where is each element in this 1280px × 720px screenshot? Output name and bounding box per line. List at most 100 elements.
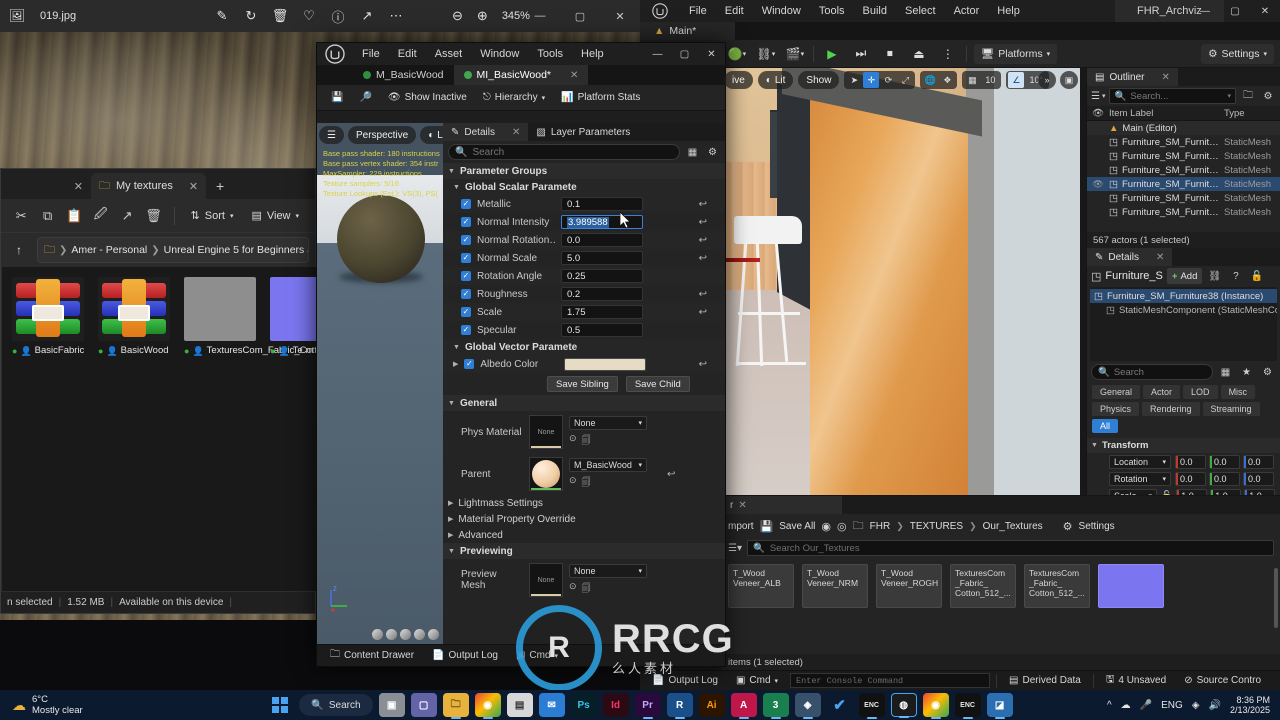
- columns-icon[interactable]: ▦: [1217, 364, 1234, 380]
- content-browser-item[interactable]: TexturesCom _Fabric_ Cotton_512_...: [1024, 564, 1090, 608]
- param-checkbox[interactable]: ✓: [461, 217, 471, 227]
- menu-tools[interactable]: Tools: [528, 43, 572, 65]
- scalar-parameter-row[interactable]: ✓ Scale 1.75 ↩: [443, 303, 725, 321]
- section-material-property-override[interactable]: ▶ Material Property Override: [443, 511, 725, 527]
- outliner-search-input[interactable]: 🔍 Search... ▾: [1109, 88, 1236, 104]
- windows-taskbar[interactable]: ☁ 6°C Mostly clear 🔍 Search ▣ ▢ 🗀 ◉ ▤ ✉ P…: [0, 690, 1280, 720]
- material-preview-viewport[interactable]: ☰ Perspective ◐Lit Base pass shader: 180…: [317, 123, 443, 644]
- outliner-search-row[interactable]: ☰ ▾ 🔍 Search... ▾ 🗀 ⚙: [1087, 86, 1280, 106]
- explorer-toolbar[interactable]: ✂ ⧉ 📋 🖉 ↗ 🗑 ⇅ Sort ▾ ▤ View ▾: [1, 199, 315, 233]
- content-browser-search-row[interactable]: ☰▾ 🔍 Search Our_Textures: [722, 538, 1280, 558]
- scalar-parameter-row[interactable]: ✓ Specular 0.5: [443, 321, 725, 339]
- browse-to-asset-icon[interactable]: ⊙: [569, 475, 577, 491]
- explorer-tabs[interactable]: ✕ 🗀 My textures ✕ +: [1, 169, 315, 199]
- tab-main-level[interactable]: ▲ Main*: [640, 22, 735, 40]
- explorer-tab-other[interactable]: ✕: [5, 173, 91, 199]
- tab-details[interactable]: ✎ Details ✕: [1087, 248, 1173, 266]
- outliner-row[interactable]: ◳ Furniture_SM_Furnit… StaticMesh: [1087, 191, 1280, 205]
- material-details-tabrow[interactable]: ✎ Details ✕ ▧ Layer Parameters: [443, 123, 725, 141]
- delete-icon[interactable]: 🗑: [141, 203, 165, 229]
- component-row-staticmesh[interactable]: ◳ StaticMeshComponent (StaticMeshCo…: [1090, 303, 1277, 317]
- breadcrumb-item-1[interactable]: Unreal Engine 5 for Beginners and ArchVi…: [164, 244, 308, 256]
- reset-icon[interactable]: ↩: [699, 199, 707, 210]
- breadcrumb[interactable]: 🗀 ❯ Amer - Personal ❯ Unreal Engine 5 fo…: [37, 237, 309, 263]
- content-browser-toolbar[interactable]: mport 💾 Save All ◉ ◎ 🗀 FHR ❯ TEXTURES ❯ …: [722, 514, 1280, 538]
- copy-icon[interactable]: ⧉: [35, 203, 59, 229]
- unreal-icon[interactable]: ◍: [890, 693, 917, 718]
- param-checkbox[interactable]: ✓: [461, 253, 471, 263]
- preview-perspective-pill[interactable]: Perspective: [347, 126, 417, 144]
- cut-icon[interactable]: ✂: [9, 203, 33, 229]
- preview-sphere-icon[interactable]: [386, 629, 397, 640]
- material-editor-titlebar[interactable]: File Edit Asset Window Tools Help — ▢ ✕: [317, 43, 725, 65]
- details-search-row[interactable]: 🔍 Search ▦ ★ ⚙: [1087, 362, 1280, 382]
- file-item-fabric-albedo[interactable]: ● 👤 TexturesCom_Fabric_Cotton_512_albedo: [184, 277, 383, 357]
- grid-snap-value[interactable]: 10: [981, 72, 999, 88]
- illustrator-icon[interactable]: Ai: [698, 693, 725, 717]
- outliner-row[interactable]: 👁 ◳ Furniture_SM_Furnit… StaticMesh: [1087, 177, 1280, 191]
- column-item-label[interactable]: Item Label: [1109, 108, 1224, 119]
- menu-help[interactable]: Help: [572, 43, 613, 65]
- use-selected-icon[interactable]: 🗐: [582, 433, 591, 449]
- group-previewing[interactable]: ▼ Previewing: [443, 543, 725, 559]
- phys-material-dropdown[interactable]: None ▾: [569, 415, 647, 430]
- mic-icon[interactable]: 🎤: [1140, 700, 1152, 711]
- viewport-toolbar[interactable]: ive ◐ Lit Show ➤ ✛ ⟳ ⤢ 🌐 ❖ ▦ 10 ∠ 10° » …: [722, 68, 1080, 92]
- param-value-input[interactable]: 5.0: [561, 251, 643, 265]
- scale-tool-icon[interactable]: ⤢: [897, 72, 913, 88]
- rotate-tool-icon[interactable]: ⟳: [880, 72, 896, 88]
- outliner-tabrow[interactable]: ▤ Outliner ✕: [1087, 68, 1280, 86]
- breadcrumb-item-0[interactable]: Amer - Personal: [71, 244, 147, 256]
- rotation-y[interactable]: 0.0: [1209, 471, 1240, 486]
- new-tab-button[interactable]: +: [206, 173, 234, 199]
- status-unsaved[interactable]: 🖫 4 Unsaved: [1100, 673, 1172, 689]
- maximize-button[interactable]: ▢: [1220, 0, 1250, 22]
- wifi-icon[interactable]: ◈: [1192, 700, 1200, 711]
- group-global-scalar[interactable]: ▼ Global Scalar Paramete: [443, 179, 725, 195]
- group-general[interactable]: ▼ General: [443, 395, 725, 411]
- explorer-tab-my-textures[interactable]: 🗀 My textures ✕: [91, 173, 207, 199]
- menu-help[interactable]: Help: [988, 0, 1029, 22]
- import-label[interactable]: mport: [728, 521, 754, 532]
- revit-icon[interactable]: R: [666, 693, 693, 719]
- close-icon[interactable]: ✕: [189, 180, 198, 193]
- weather-widget[interactable]: ☁ 6°C Mostly clear: [0, 694, 250, 716]
- param-checkbox[interactable]: ✓: [461, 199, 471, 209]
- more-tools-icon[interactable]: »: [1038, 71, 1056, 89]
- scalar-parameter-row[interactable]: ✓ Normal Intensity 3.989588 ↩: [443, 213, 725, 231]
- menu-window[interactable]: Window: [471, 43, 528, 65]
- material-editor-toolbar[interactable]: 💾 🔎 👁 Show Inactive ⎋ Hierarchy ▾ 📊 Platform…: [317, 85, 725, 111]
- maximize-button[interactable]: ▢: [560, 0, 600, 32]
- param-value-input[interactable]: 0.25: [561, 269, 643, 283]
- section-transform[interactable]: ▼ Transform: [1087, 438, 1280, 453]
- add-actor-icon[interactable]: 🟢 ▾: [726, 44, 748, 64]
- chevron-down-icon[interactable]: ▾: [1227, 92, 1231, 100]
- reset-icon[interactable]: ↩: [699, 289, 707, 300]
- close-icon[interactable]: ✕: [738, 500, 746, 511]
- param-value-input[interactable]: 3.989588: [561, 215, 643, 229]
- content-browser-item[interactable]: T_Wood Veneer_ROGH: [876, 564, 942, 608]
- cb-settings-label[interactable]: Settings: [1079, 521, 1115, 532]
- outliner-panel[interactable]: ▤ Outliner ✕ ☰ ▾ 🔍 Search... ▾ 🗀 ⚙ 👁 Item…: [1086, 68, 1280, 248]
- content-browser-item[interactable]: [1098, 564, 1164, 608]
- filter-streaming[interactable]: Streaming: [1202, 402, 1260, 416]
- content-browser-search-input[interactable]: 🔍 Search Our_Textures: [746, 540, 1274, 556]
- reset-icon[interactable]: ↩: [699, 235, 707, 246]
- save-sibling-button[interactable]: Save Sibling: [547, 376, 618, 392]
- favorite-icon[interactable]: ♡: [299, 6, 319, 26]
- reset-icon[interactable]: ↩: [699, 253, 707, 264]
- play-icon[interactable]: ▶: [821, 44, 843, 64]
- details-search-input[interactable]: 🔍 Search: [1091, 364, 1213, 380]
- visibility-icon[interactable]: 👁: [1087, 179, 1109, 190]
- platform-stats-button[interactable]: 📊 Platform Stats: [555, 88, 646, 108]
- location-z[interactable]: 0.0: [1243, 454, 1274, 469]
- menu-window[interactable]: Window: [753, 0, 810, 22]
- param-checkbox[interactable]: ✓: [461, 307, 471, 317]
- file-explorer-window[interactable]: ✕ 🗀 My textures ✕ + ✂ ⧉ 📋 🖉 ↗ 🗑 ⇅ Sort ▾ ▤…: [0, 168, 383, 614]
- section-advanced[interactable]: ▶ Advanced: [443, 527, 725, 543]
- file-item-basicfabric[interactable]: ● 👤 BasicFabric: [12, 277, 84, 357]
- world-space-icon[interactable]: 🌐: [922, 72, 938, 88]
- filter-all[interactable]: All: [1092, 419, 1119, 433]
- param-checkbox[interactable]: ✓: [461, 235, 471, 245]
- outliner-row[interactable]: ◳ Furniture_SM_Furnit… StaticMesh: [1087, 163, 1280, 177]
